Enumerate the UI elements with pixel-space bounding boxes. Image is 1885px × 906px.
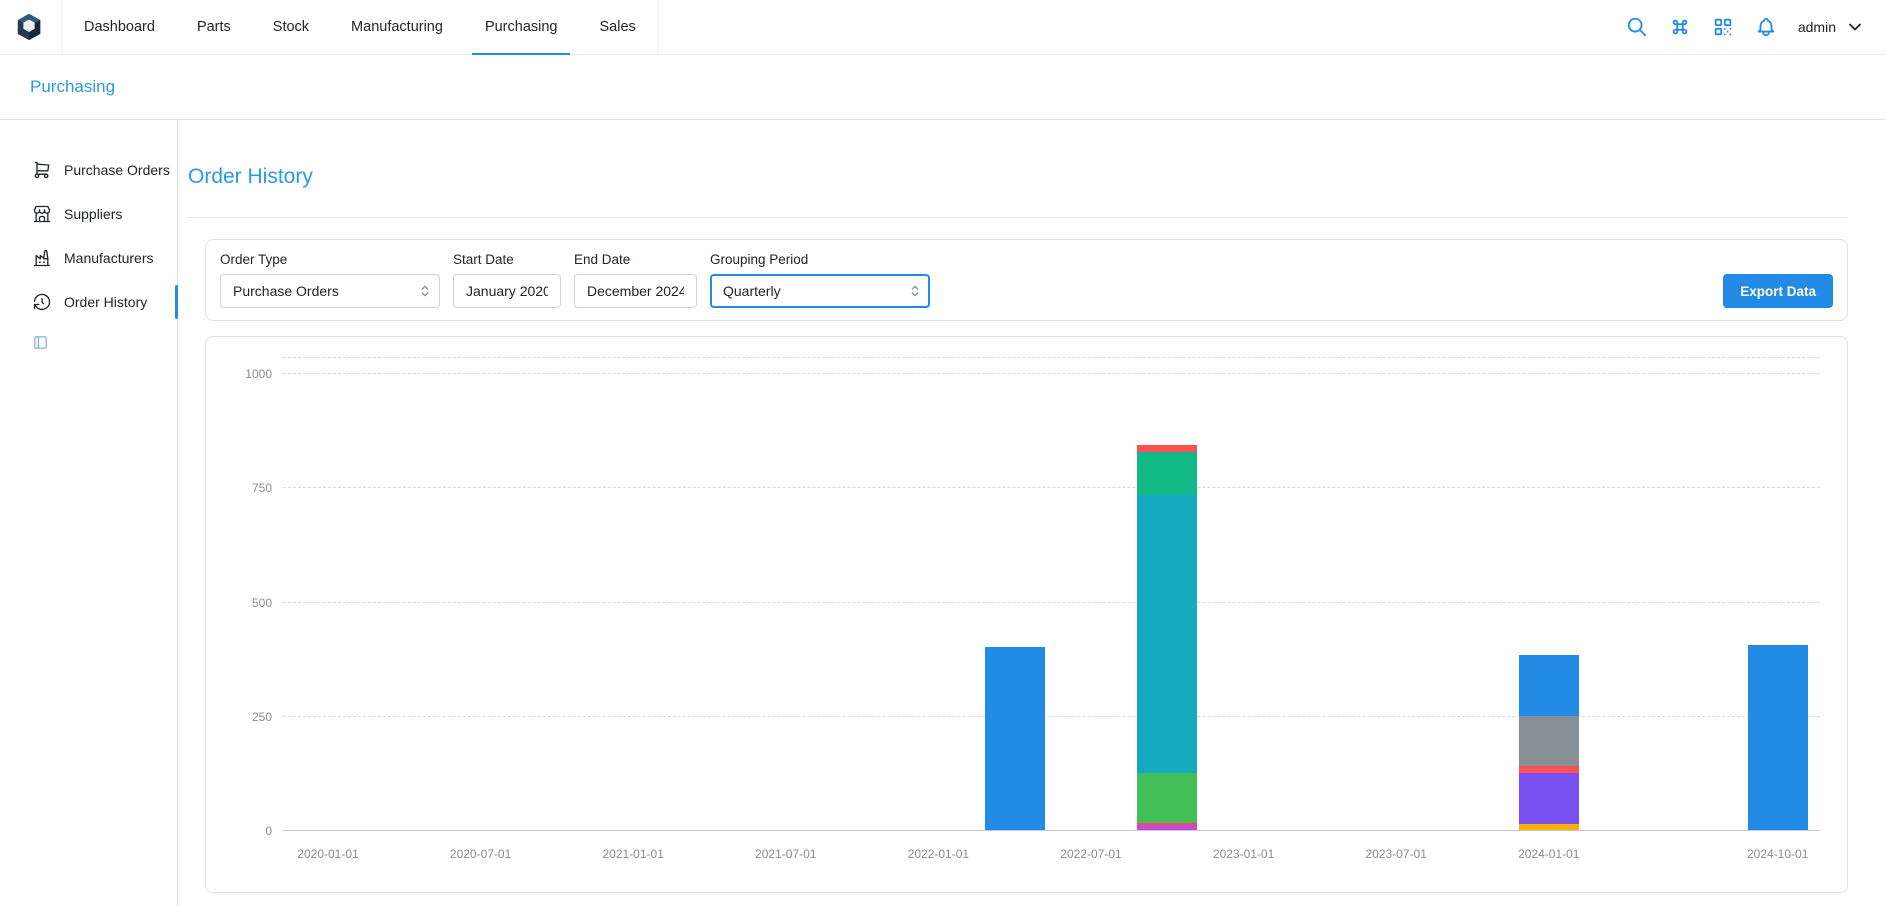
- x-axis-tick-label: 2020-07-01: [450, 847, 511, 861]
- x-axis-tick-label: 2022-01-01: [908, 847, 969, 861]
- gridline: [283, 487, 1820, 488]
- search-icon[interactable]: [1626, 16, 1648, 38]
- user-name: admin: [1798, 19, 1836, 35]
- main-panel: Order History Order Type Start Date End …: [178, 120, 1885, 906]
- app-logo[interactable]: [14, 12, 44, 42]
- bar-segment: [985, 647, 1045, 830]
- start-date-field: Start Date: [453, 252, 561, 308]
- sidebar-item-order-history[interactable]: Order History: [0, 280, 177, 324]
- y-axis-tick-label: 0: [230, 824, 272, 838]
- breadcrumb-purchasing[interactable]: Purchasing: [30, 77, 115, 97]
- main-nav: Dashboard Parts Stock Manufacturing Purc…: [62, 0, 658, 54]
- end-date-label: End Date: [574, 252, 697, 267]
- y-axis-tick-label: 1000: [230, 367, 272, 381]
- y-axis-tick-label: 250: [230, 710, 272, 724]
- bell-icon[interactable]: [1755, 16, 1777, 38]
- start-date-label: Start Date: [453, 252, 561, 267]
- end-date-field: End Date: [574, 252, 697, 308]
- x-axis-tick-label: 2023-07-01: [1365, 847, 1426, 861]
- top-navbar: Dashboard Parts Stock Manufacturing Purc…: [0, 0, 1885, 55]
- x-axis-tick-label: 2021-01-01: [602, 847, 663, 861]
- gridline: [283, 373, 1820, 374]
- sidebar-item-label: Manufacturers: [64, 250, 153, 266]
- y-axis-tick-label: 500: [230, 596, 272, 610]
- chart-bar-2022-04-01[interactable]: [985, 647, 1045, 830]
- order-type-field: Order Type: [220, 252, 440, 308]
- bar-segment: [1519, 655, 1579, 716]
- sidebar-item-purchase-orders[interactable]: Purchase Orders: [0, 148, 177, 192]
- nav-tab-sales[interactable]: Sales: [578, 0, 656, 54]
- order-type-select[interactable]: [220, 274, 440, 308]
- sidebar: Purchase Orders Suppliers Manufacturers …: [0, 120, 178, 906]
- nav-tab-dashboard[interactable]: Dashboard: [63, 0, 176, 54]
- bar-segment: [1137, 495, 1197, 773]
- bar-segment: [1519, 773, 1579, 825]
- gridline: [283, 602, 1820, 603]
- building-factory-icon: [32, 248, 52, 268]
- bar-segment: [1137, 826, 1197, 830]
- nav-tab-manufacturing[interactable]: Manufacturing: [330, 0, 464, 54]
- sidebar-item-label: Purchase Orders: [64, 162, 170, 178]
- x-axis-tick-label: 2020-01-01: [297, 847, 358, 861]
- chart-bar-2024-01-01[interactable]: [1519, 655, 1579, 830]
- nav-tab-parts[interactable]: Parts: [176, 0, 252, 54]
- bar-segment: [1137, 445, 1197, 452]
- grouping-period-field: Grouping Period: [710, 252, 930, 308]
- bar-segment: [1137, 773, 1197, 823]
- filter-panel: Order Type Start Date End Date Grouping …: [205, 239, 1848, 321]
- gridline: [283, 716, 1820, 717]
- bar-segment: [1519, 716, 1579, 765]
- bar-segment: [1519, 824, 1579, 830]
- export-data-button[interactable]: Export Data: [1723, 274, 1833, 308]
- chart-bar-2024-10-01[interactable]: [1748, 645, 1808, 830]
- page-title: Order History: [188, 164, 1848, 190]
- x-axis-tick-label: 2023-01-01: [1213, 847, 1274, 861]
- grouping-period-label: Grouping Period: [710, 252, 930, 267]
- end-date-input[interactable]: [574, 274, 697, 308]
- command-icon[interactable]: [1669, 16, 1691, 38]
- user-menu[interactable]: admin: [1798, 17, 1865, 37]
- nav-tab-purchasing[interactable]: Purchasing: [464, 0, 579, 54]
- sidebar-item-suppliers[interactable]: Suppliers: [0, 192, 177, 236]
- content-layout: Purchase Orders Suppliers Manufacturers …: [0, 120, 1885, 906]
- bar-segment: [1137, 452, 1197, 495]
- nav-tab-stock[interactable]: Stock: [252, 0, 330, 54]
- history-icon: [32, 292, 52, 312]
- qrcode-icon[interactable]: [1712, 16, 1734, 38]
- x-axis-tick-label: 2024-01-01: [1518, 847, 1579, 861]
- sidebar-item-manufacturers[interactable]: Manufacturers: [0, 236, 177, 280]
- sidebar-item-label: Suppliers: [64, 206, 122, 222]
- order-type-label: Order Type: [220, 252, 440, 267]
- breadcrumb: Purchasing: [0, 55, 1885, 120]
- y-axis-tick-label: 750: [230, 481, 272, 495]
- order-history-chart: 0 250 500 750 1000 2020-01-01 2020-07-01 2021-0…: [205, 336, 1848, 893]
- shopping-cart-icon: [32, 160, 52, 180]
- x-axis-tick-label: 2024-10-01: [1747, 847, 1808, 861]
- x-axis-tick-label: 2022-07-01: [1060, 847, 1121, 861]
- sidebar-collapse-icon[interactable]: [32, 334, 49, 351]
- building-store-icon: [32, 204, 52, 224]
- grouping-period-select[interactable]: [710, 274, 930, 308]
- gridline: [283, 830, 1820, 831]
- sidebar-item-label: Order History: [64, 294, 147, 310]
- chart-plot: 025050075010002020-01-012020-07-012021-0…: [283, 357, 1820, 831]
- start-date-input[interactable]: [453, 274, 561, 308]
- navbar-actions: admin: [1626, 16, 1865, 38]
- x-axis-tick-label: 2021-07-01: [755, 847, 816, 861]
- bar-segment: [1748, 645, 1808, 830]
- title-divider: [188, 217, 1848, 218]
- chevron-down-icon: [1845, 17, 1865, 37]
- chart-bar-2022-10-01[interactable]: [1137, 445, 1197, 830]
- bar-segment: [1519, 766, 1579, 773]
